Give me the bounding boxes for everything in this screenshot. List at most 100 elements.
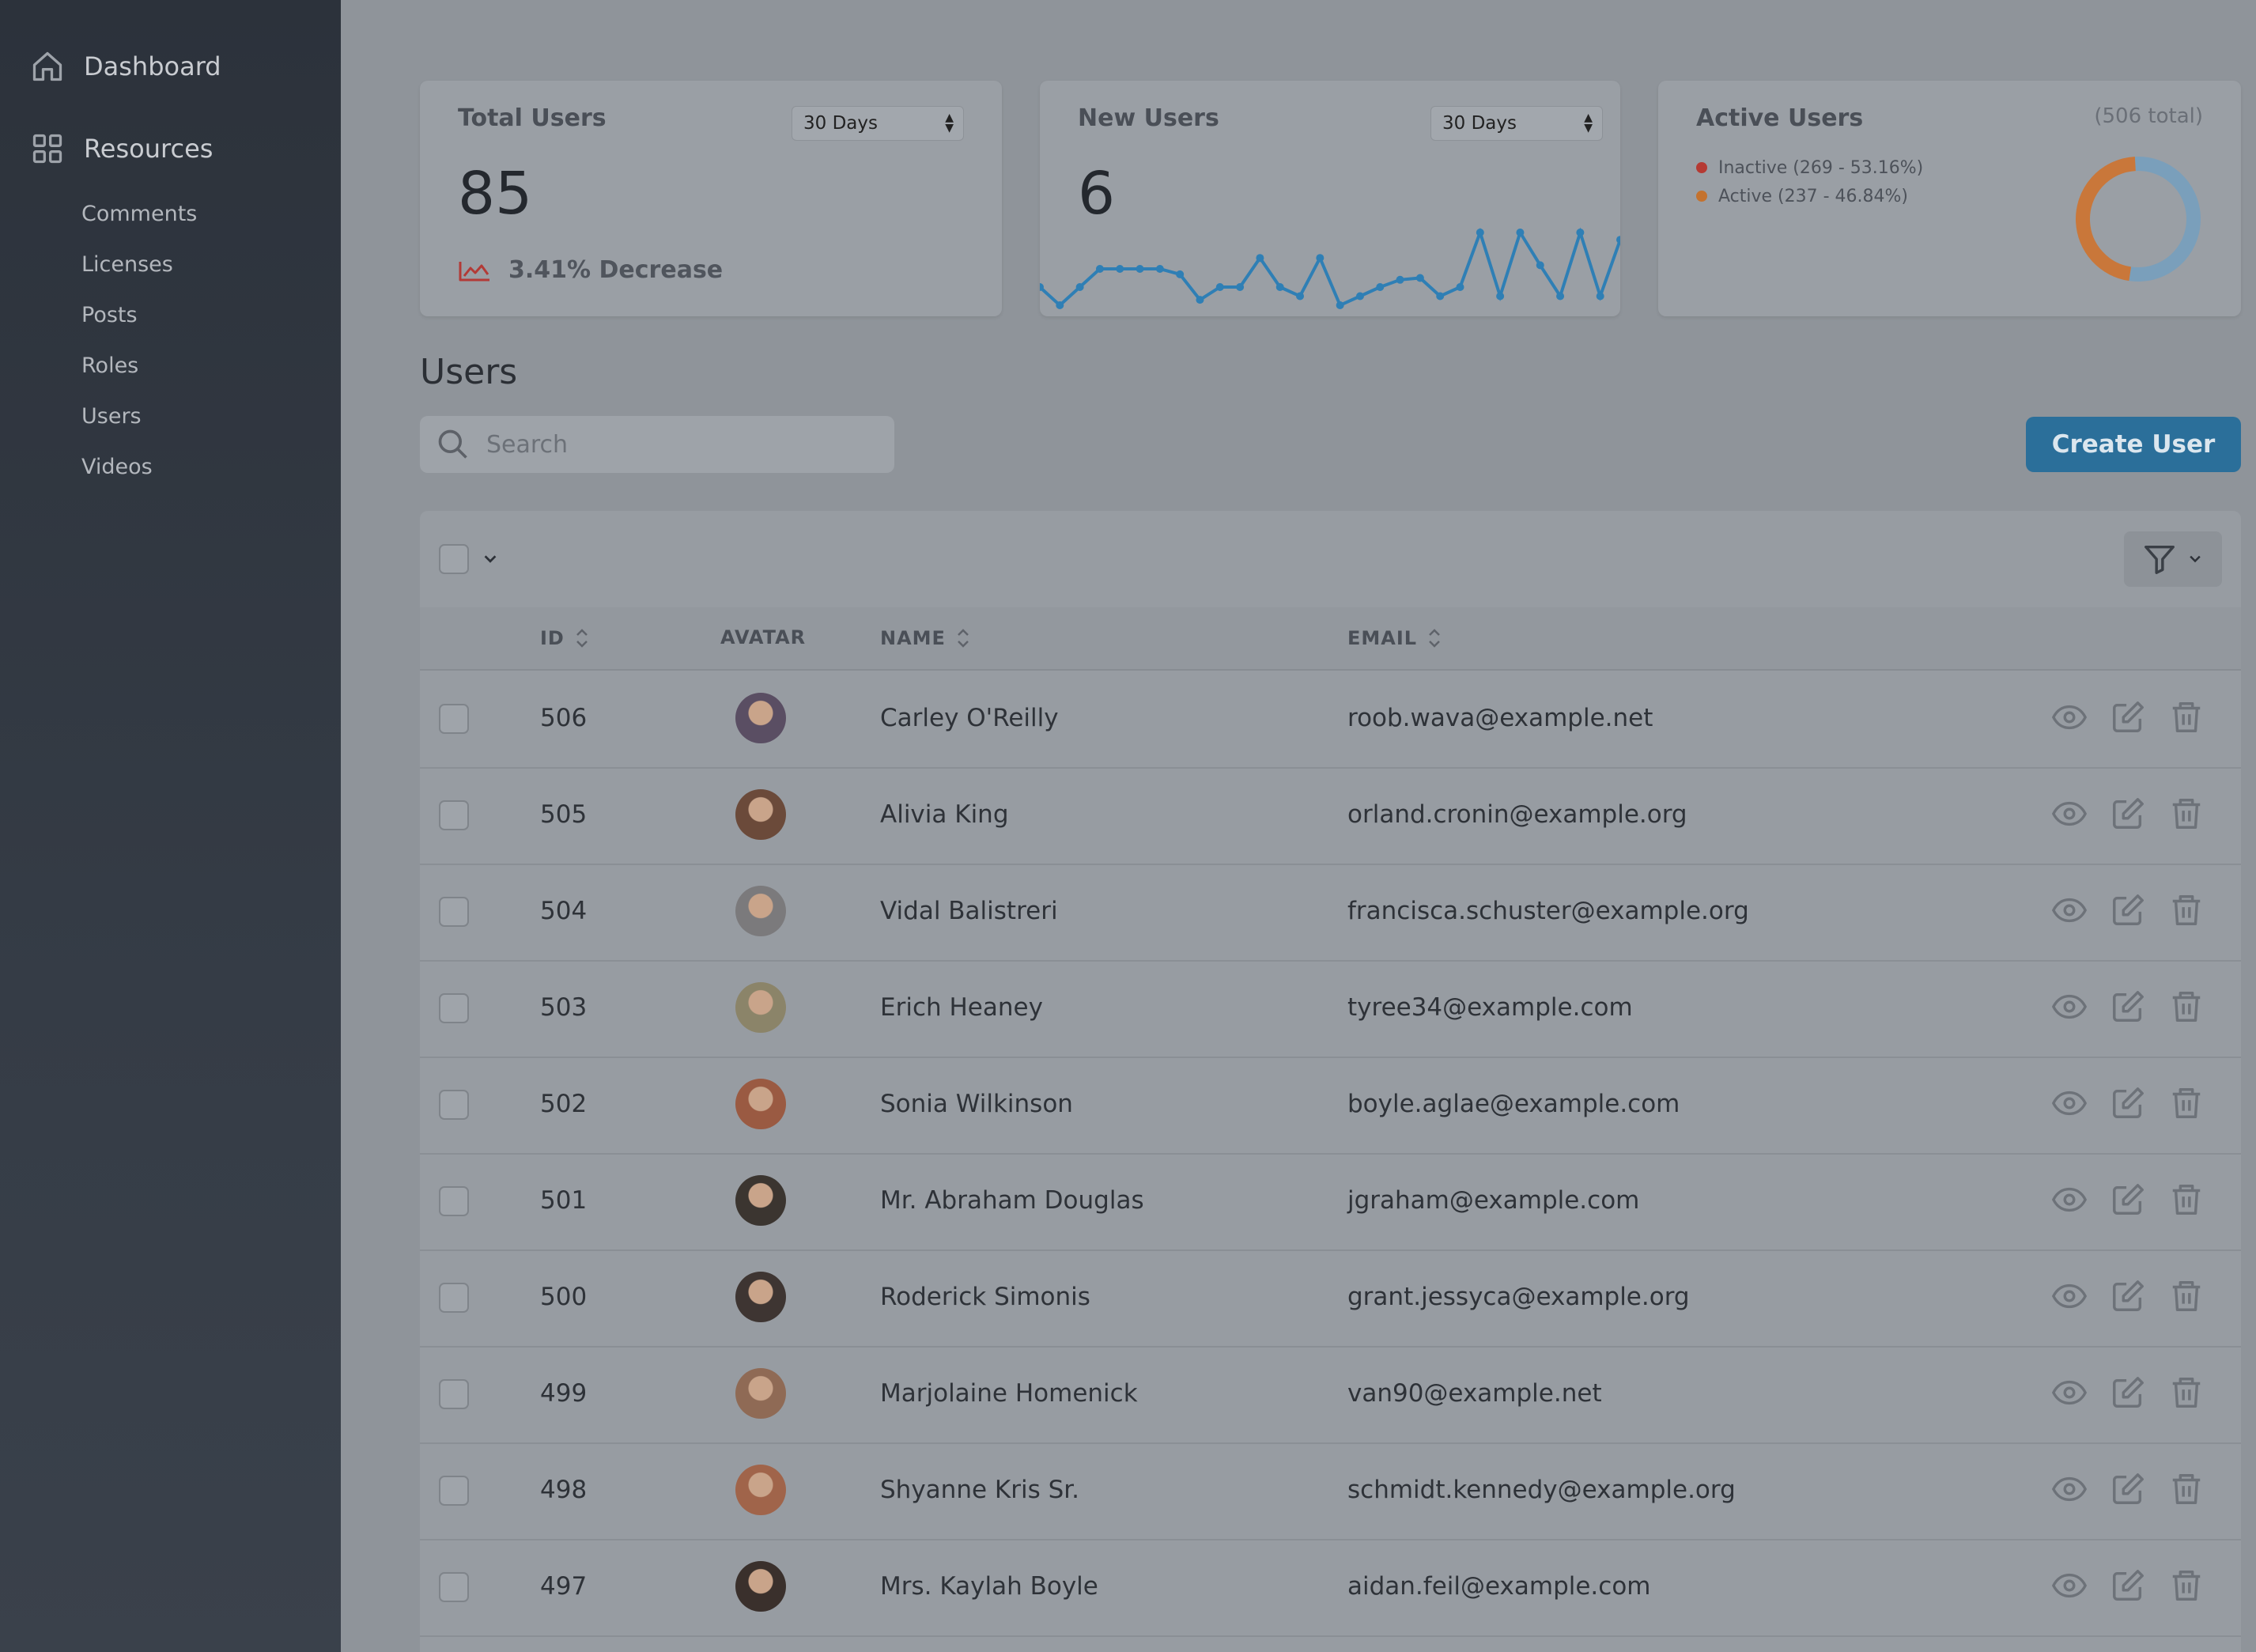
cell-name: Shyanne Kris Sr.: [880, 1476, 1080, 1504]
column-header-label: EMAIL: [1347, 627, 1418, 649]
view-icon[interactable]: [2051, 1278, 2088, 1314]
row-checkbox[interactable]: [439, 1476, 469, 1506]
delete-icon[interactable]: [2168, 1374, 2205, 1411]
cell-email: van90@example.net: [1347, 1379, 1602, 1408]
delete-icon[interactable]: [2168, 699, 2205, 735]
edit-icon[interactable]: [2110, 699, 2146, 735]
view-icon[interactable]: [2051, 796, 2088, 832]
delete-icon[interactable]: [2168, 1278, 2205, 1314]
delete-icon[interactable]: [2168, 1085, 2205, 1121]
filter-icon: [2145, 545, 2175, 574]
range-select[interactable]: 30 Days ▲ ▼: [1430, 106, 1603, 141]
table-row[interactable]: 501 Mr. Abraham Douglas jgraham@example.co…: [420, 1153, 2241, 1251]
row-checkbox[interactable]: [439, 1186, 469, 1216]
view-icon[interactable]: [2051, 699, 2088, 735]
trend-indicator: 3.41% Decrease: [458, 256, 723, 284]
chevron-down-icon: [2190, 555, 2201, 563]
edit-icon[interactable]: [2110, 892, 2146, 928]
chevron-down-icon[interactable]: [480, 550, 501, 568]
delete-icon[interactable]: [2168, 1471, 2205, 1507]
table-row[interactable]: 497 Mrs. Kaylah Boyle aidan.feil@example.c…: [420, 1539, 2241, 1637]
cell-id: 502: [540, 1090, 588, 1118]
data-point: [1095, 265, 1104, 273]
edit-icon[interactable]: [2110, 1374, 2146, 1411]
edit-icon[interactable]: [2110, 1567, 2146, 1604]
edit-icon[interactable]: [2110, 1278, 2146, 1314]
column-header-id[interactable]: ID: [540, 626, 590, 650]
data-point: [1056, 301, 1064, 309]
filter-button[interactable]: [2124, 531, 2222, 587]
sidebar-item-comments[interactable]: Comments: [81, 202, 197, 226]
sort-arrows-icon: ▲ ▼: [1584, 112, 1593, 134]
table-row[interactable]: 502 Sonia Wilkinson boyle.aglae@example.co…: [420, 1057, 2241, 1155]
delete-icon[interactable]: [2168, 989, 2205, 1025]
view-icon[interactable]: [2051, 1567, 2088, 1604]
view-icon[interactable]: [2051, 1085, 2088, 1121]
cell-id: 503: [540, 993, 588, 1022]
avatar: [735, 1368, 786, 1419]
table-row[interactable]: 505 Alivia King orland.cronin@example.org: [420, 767, 2241, 865]
sidebar-item-users[interactable]: Users: [81, 404, 142, 429]
view-icon[interactable]: [2051, 1374, 2088, 1411]
data-point: [1376, 283, 1385, 291]
data-point: [1275, 283, 1284, 291]
edit-icon[interactable]: [2110, 1471, 2146, 1507]
sidebar-item-resources[interactable]: Resources: [30, 131, 213, 166]
table-row[interactable]: 504 Vidal Balistreri francisca.schuster@ex…: [420, 864, 2241, 962]
sidebar-item-label: Dashboard: [84, 51, 221, 81]
sidebar-item-posts[interactable]: Posts: [81, 303, 138, 327]
column-header-avatar: AVATAR: [720, 626, 806, 648]
sidebar-item-videos[interactable]: Videos: [81, 455, 153, 479]
range-select[interactable]: 30 Days ▲ ▼: [792, 106, 964, 141]
sidebar: Dashboard Resources Comments Licenses Po…: [0, 0, 341, 1652]
view-icon[interactable]: [2051, 892, 2088, 928]
sidebar-item-licenses[interactable]: Licenses: [81, 252, 173, 277]
create-user-button[interactable]: Create User: [2026, 417, 2241, 472]
row-checkbox[interactable]: [439, 1090, 469, 1120]
table-row[interactable]: 506 Carley O'Reilly roob.wava@example.net: [420, 671, 2241, 769]
select-all-checkbox[interactable]: [439, 544, 469, 574]
edit-icon[interactable]: [2110, 989, 2146, 1025]
sort-icon: [958, 629, 969, 648]
edit-icon[interactable]: [2110, 796, 2146, 832]
sidebar-item-roles[interactable]: Roles: [81, 353, 138, 378]
table-header: ID AVATAR NAME EMAIL: [420, 607, 2241, 671]
view-icon[interactable]: [2051, 1181, 2088, 1218]
table-row[interactable]: 499 Marjolaine Homenick van90@example.net: [420, 1346, 2241, 1444]
cell-name: Sonia Wilkinson: [880, 1090, 1073, 1118]
data-point: [1136, 265, 1144, 273]
cell-id: 504: [540, 897, 588, 925]
delete-icon[interactable]: [2168, 1567, 2205, 1604]
sidebar-item-dashboard[interactable]: Dashboard: [30, 49, 221, 84]
edit-icon[interactable]: [2110, 1181, 2146, 1218]
edit-icon[interactable]: [2110, 1085, 2146, 1121]
table-row[interactable]: 503 Erich Heaney tyree34@example.com: [420, 960, 2241, 1058]
data-point: [1256, 254, 1264, 263]
row-checkbox[interactable]: [439, 1283, 469, 1313]
view-icon[interactable]: [2051, 989, 2088, 1025]
new-users-card: New Users 30 Days ▲ ▼ 6: [1040, 81, 1620, 316]
delete-icon[interactable]: [2168, 1181, 2205, 1218]
column-header-label: NAME: [880, 627, 946, 649]
row-checkbox[interactable]: [439, 1572, 469, 1602]
column-header-name[interactable]: NAME: [880, 626, 971, 650]
data-point: [1456, 283, 1464, 291]
search-input[interactable]: [485, 429, 867, 459]
row-checkbox[interactable]: [439, 897, 469, 927]
row-checkbox[interactable]: [439, 1379, 469, 1409]
data-point: [1296, 292, 1305, 301]
row-checkbox[interactable]: [439, 993, 469, 1023]
cell-email: orland.cronin@example.org: [1347, 800, 1687, 829]
search-icon: [438, 429, 467, 459]
row-actions: [2051, 699, 2205, 735]
data-point: [1496, 292, 1505, 301]
table-row[interactable]: 498 Shyanne Kris Sr. schmidt.kennedy@examp…: [420, 1442, 2241, 1540]
row-checkbox[interactable]: [439, 800, 469, 830]
column-header-email[interactable]: EMAIL: [1347, 626, 1442, 650]
delete-icon[interactable]: [2168, 892, 2205, 928]
table-row[interactable]: 500 Roderick Simonis grant.jessyca@example…: [420, 1249, 2241, 1348]
row-actions: [2051, 1181, 2205, 1218]
row-checkbox[interactable]: [439, 704, 469, 734]
view-icon[interactable]: [2051, 1471, 2088, 1507]
delete-icon[interactable]: [2168, 796, 2205, 832]
